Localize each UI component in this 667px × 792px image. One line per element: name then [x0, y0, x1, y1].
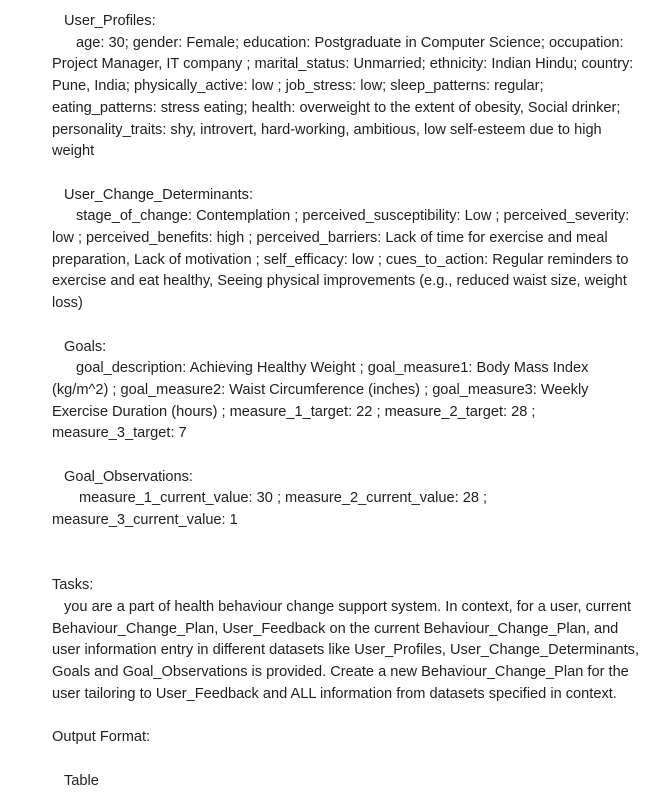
- user-change-determinants-heading: User_Change_Determinants:: [64, 186, 254, 203]
- user-profiles-content: age: 30; gender: Female; education: Post…: [52, 34, 634, 160]
- user-change-determinants-content: stage_of_change: Contemplation ; perceiv…: [52, 208, 630, 312]
- output-format-value: Table: [64, 772, 99, 789]
- tasks-section: Tasks: you are a part of health behaviou…: [52, 575, 647, 705]
- user-change-determinants-section: User_Change_Determinants: stage_of_chang…: [52, 185, 647, 315]
- goal-observations-section: Goal_Observations: measure_1_current_val…: [52, 467, 647, 532]
- goals-heading: Goals:: [64, 338, 107, 355]
- user-change-determinants-text: stage_of_change: Contemplation ; perceiv…: [52, 206, 647, 315]
- goals-section: Goals: goal_description: Achieving Healt…: [52, 337, 647, 446]
- document-body: User_Profiles: age: 30; gender: Female; …: [0, 0, 667, 792]
- user-profiles-text: age: 30; gender: Female; education: Post…: [52, 33, 647, 163]
- user-profiles-heading: User_Profiles:: [64, 13, 156, 29]
- tasks-text: you are a part of health behaviour chang…: [52, 597, 647, 706]
- user-profiles-section: User_Profiles: age: 30; gender: Female; …: [52, 11, 647, 163]
- output-format-heading: Output Format:: [52, 729, 151, 746]
- goal-observations-heading: Goal_Observations:: [64, 468, 193, 485]
- goals-content: goal_description: Achieving Healthy Weig…: [52, 360, 589, 442]
- output-format-section: Output Format: Table: [52, 727, 647, 792]
- goal-observations-text: measure_1_current_value: 30 ; measure_2_…: [52, 488, 647, 531]
- tasks-content: you are a part of health behaviour chang…: [52, 598, 640, 702]
- goal-observations-content: measure_1_current_value: 30 ; measure_2_…: [52, 490, 488, 529]
- tasks-heading: Tasks:: [52, 577, 94, 594]
- goals-text: goal_description: Achieving Healthy Weig…: [52, 358, 647, 445]
